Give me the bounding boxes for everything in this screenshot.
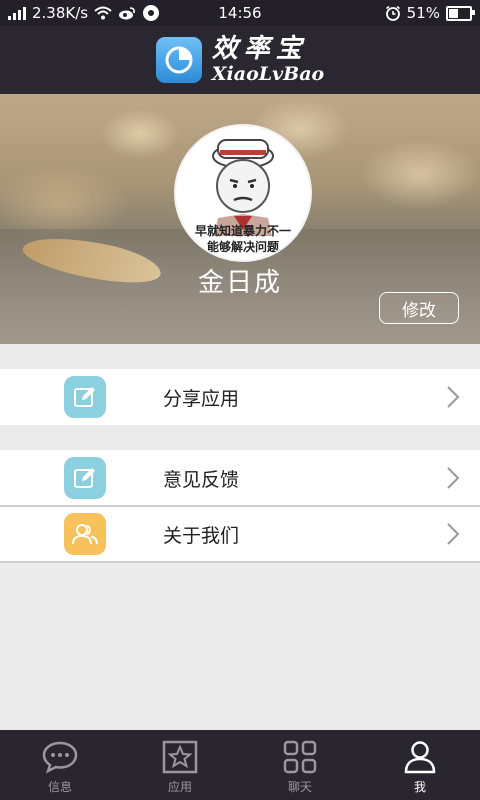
- app-name-en: XiaoLvBao: [211, 63, 325, 85]
- profile-banner: 早就知道暴力不一 能够解决问题 金日成 修改: [0, 94, 480, 344]
- menu-label-about-us: 关于我们: [163, 524, 240, 547]
- tab-chat[interactable]: 聊天: [240, 730, 360, 800]
- signal-icon: [8, 6, 26, 20]
- status-bar: 2.38K/s 14:56 51%: [0, 0, 480, 26]
- tab-label-me: 我: [413, 780, 426, 794]
- chat-bubble-icon: [42, 741, 78, 774]
- bottom-tab-bar: 信息 应用 聊天 我: [0, 730, 480, 800]
- star-icon: [162, 740, 198, 774]
- menu-item-share-app[interactable]: 分享应用: [0, 369, 480, 425]
- menu-item-about-us[interactable]: 关于我们: [0, 507, 480, 561]
- app-logo: [155, 37, 202, 83]
- avatar-caption-2: 能够解决问题: [206, 240, 279, 254]
- avatar-caption-1: 早就知道暴力不一: [194, 224, 291, 238]
- share-app-icon-box: [64, 376, 106, 418]
- app-name-cn: 效率宝: [211, 34, 308, 64]
- tab-label-apps: 应用: [167, 780, 192, 794]
- battery-percent: 51%: [406, 4, 440, 22]
- tab-apps[interactable]: 应用: [120, 730, 240, 800]
- edit-profile-button[interactable]: 修改: [379, 292, 459, 324]
- about-icon-box: [64, 513, 106, 555]
- alarm-icon: [385, 5, 400, 21]
- tab-messages[interactable]: 信息: [0, 730, 120, 800]
- pie-chart-icon: [165, 46, 193, 74]
- weibo-icon: [119, 7, 136, 20]
- chevron-right-icon: [447, 523, 460, 545]
- menu-label-feedback: 意见反馈: [163, 468, 240, 491]
- feedback-icon-box: [64, 457, 106, 499]
- battery-icon: [446, 5, 475, 21]
- menu-label-share-app: 分享应用: [163, 387, 240, 410]
- sync-icon: [143, 5, 160, 21]
- row-divider: [0, 561, 480, 563]
- app-title: 效率宝 XiaoLvBao: [212, 35, 324, 85]
- edit-icon: [74, 468, 95, 488]
- people-icon: [72, 524, 98, 545]
- app-title-bar: 效率宝 XiaoLvBao: [0, 26, 480, 94]
- status-left: 2.38K/s: [8, 4, 160, 22]
- person-icon: [404, 741, 436, 774]
- tab-label-messages: 信息: [47, 780, 72, 794]
- menu-item-feedback[interactable]: 意见反馈: [0, 450, 480, 506]
- tab-label-chat: 聊天: [287, 780, 312, 794]
- chevron-right-icon: [447, 386, 460, 408]
- status-right: 51%: [385, 4, 475, 22]
- tab-me[interactable]: 我: [360, 730, 480, 800]
- network-speed: 2.38K/s: [32, 4, 89, 22]
- edit-icon: [74, 387, 95, 407]
- wifi-icon: [94, 6, 112, 20]
- avatar[interactable]: 早就知道暴力不一 能够解决问题: [174, 124, 312, 262]
- chevron-right-icon: [447, 467, 460, 489]
- grid-icon: [283, 740, 317, 774]
